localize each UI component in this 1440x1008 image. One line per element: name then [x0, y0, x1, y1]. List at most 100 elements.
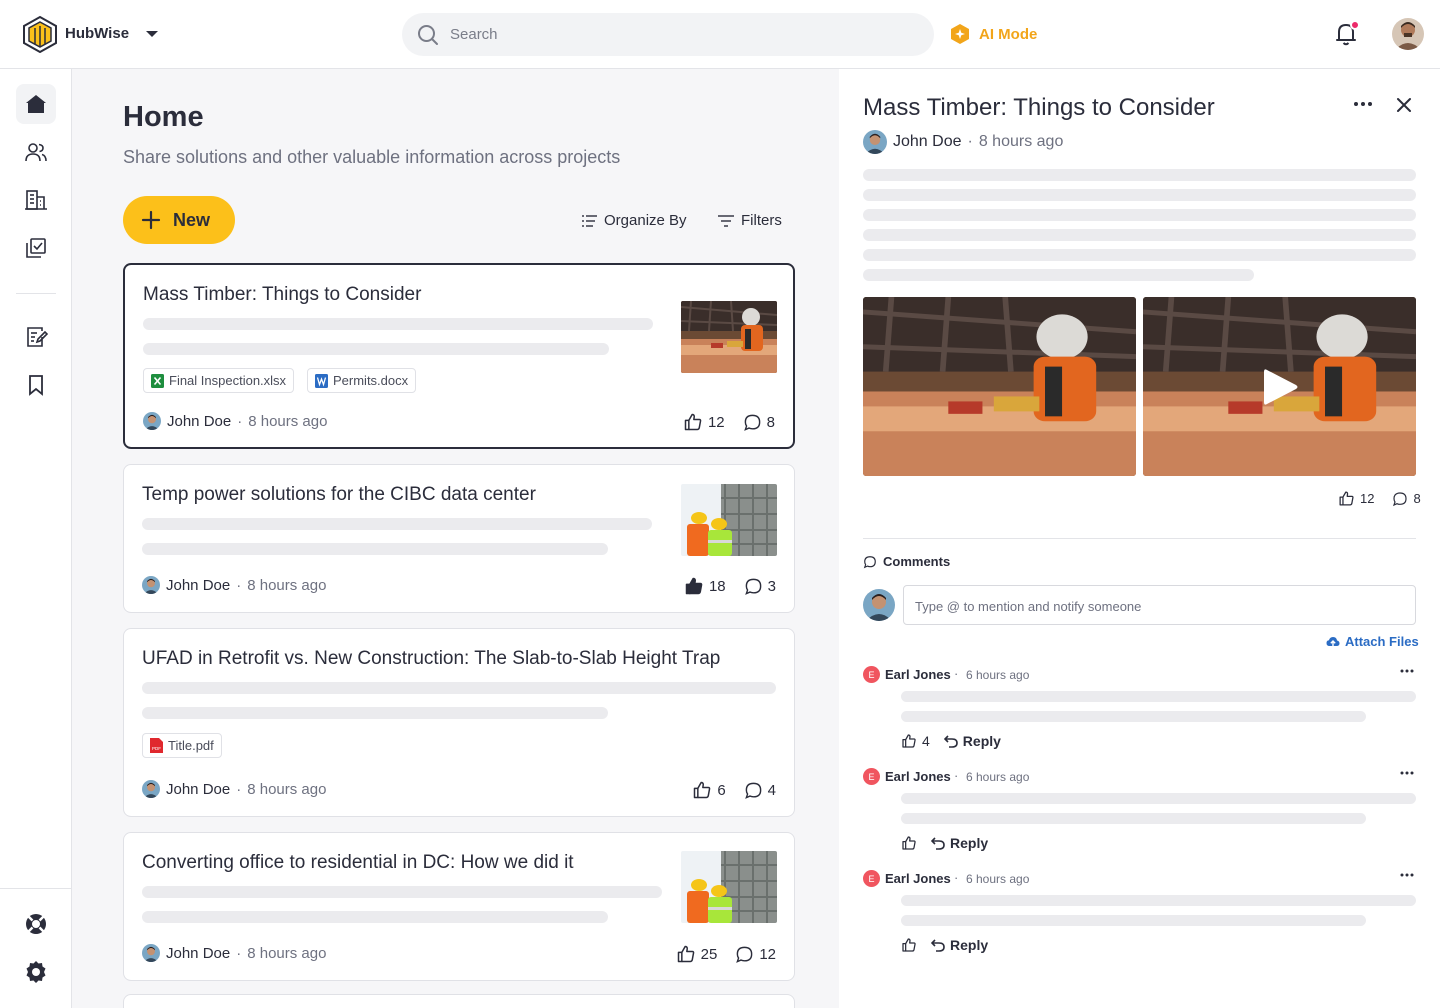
- commenter-name[interactable]: Earl Jones: [885, 769, 951, 784]
- sidebar-item-home[interactable]: [16, 84, 56, 124]
- new-button-label: New: [173, 209, 211, 230]
- post-thumbnail[interactable]: [681, 484, 777, 556]
- comment-button[interactable]: 8: [1392, 490, 1421, 507]
- more-options-icon[interactable]: [1353, 101, 1373, 107]
- thumbs-up-icon: [901, 733, 917, 749]
- lifebuoy-icon: [24, 912, 48, 936]
- reply-label: Reply: [950, 937, 989, 953]
- like-button[interactable]: 4: [901, 733, 930, 749]
- like-button[interactable]: 25: [676, 944, 717, 964]
- sidebar-item-tasks[interactable]: [16, 228, 56, 268]
- dot-separator: ·: [954, 666, 959, 681]
- comment-button[interactable]: 8: [743, 413, 775, 432]
- post-author[interactable]: John Doe · 8 hours ago: [143, 412, 327, 430]
- more-options-icon[interactable]: [1400, 669, 1414, 673]
- user-avatar[interactable]: [1392, 18, 1424, 50]
- filters-button[interactable]: Filters: [718, 212, 782, 229]
- attachment-chip[interactable]: PDF Title.pdf: [142, 733, 222, 758]
- ai-mode-button[interactable]: AI Mode: [949, 23, 1037, 45]
- post-title[interactable]: Converting office to residential in DC: …: [142, 852, 574, 874]
- search-placeholder: Search: [450, 26, 498, 43]
- sidebar-item-projects[interactable]: [16, 180, 56, 220]
- commenter-name[interactable]: Earl Jones: [885, 871, 951, 886]
- post-card[interactable]: Temp power solutions for the CIBC data c…: [123, 464, 795, 613]
- post-card[interactable]: [123, 994, 795, 1008]
- text-placeholder: [901, 691, 1416, 702]
- pdf-file-icon: PDF: [150, 738, 163, 753]
- post-time: 8 hours ago: [247, 576, 327, 594]
- comment-count: 12: [759, 945, 776, 963]
- post-author[interactable]: John Doe · 8 hours ago: [142, 780, 326, 798]
- sidebar-item-notes[interactable]: [16, 317, 56, 357]
- text-placeholder: [863, 189, 1416, 201]
- post-author[interactable]: John Doe · 8 hours ago: [142, 944, 326, 962]
- post-title[interactable]: Temp power solutions for the CIBC data c…: [142, 484, 536, 506]
- post-author[interactable]: John Doe · 8 hours ago: [142, 576, 326, 594]
- app-name[interactable]: HubWise: [65, 25, 129, 42]
- top-bar: HubWise Search AI Mode: [0, 0, 1440, 69]
- post-stats: 6 4: [692, 780, 776, 800]
- attach-files-button[interactable]: Attach Files: [1326, 634, 1419, 649]
- post-video[interactable]: [1143, 297, 1416, 476]
- text-placeholder: [142, 886, 662, 898]
- commenter-name[interactable]: Earl Jones: [885, 667, 951, 682]
- like-button[interactable]: [901, 937, 917, 953]
- reply-button[interactable]: Reply: [931, 937, 988, 953]
- attachment-chip[interactable]: Permits.docx: [307, 368, 417, 393]
- sidebar-item-settings[interactable]: [16, 952, 56, 992]
- text-placeholder: [901, 813, 1366, 824]
- more-options-icon[interactable]: [1400, 771, 1414, 775]
- text-placeholder: [901, 895, 1416, 906]
- like-button[interactable]: 18: [684, 576, 726, 596]
- post-card[interactable]: Converting office to residential in DC: …: [123, 832, 795, 981]
- reply-icon: [931, 938, 945, 952]
- sparkle-icon: [949, 23, 971, 45]
- post-title[interactable]: UFAD in Retrofit vs. New Construction: T…: [142, 648, 720, 670]
- edit-note-icon: [24, 325, 48, 349]
- like-button[interactable]: 6: [692, 780, 726, 800]
- sidebar-item-saved[interactable]: [16, 365, 56, 405]
- hubwise-logo[interactable]: [22, 15, 58, 53]
- sidebar: [0, 69, 72, 1008]
- post-card[interactable]: UFAD in Retrofit vs. New Construction: T…: [123, 628, 795, 817]
- post-image[interactable]: [863, 297, 1136, 476]
- divider: [863, 538, 1416, 539]
- attachment-chip[interactable]: Final Inspection.xlsx: [143, 368, 295, 393]
- like-button[interactable]: [901, 835, 917, 851]
- search-input[interactable]: Search: [402, 13, 934, 56]
- reply-button[interactable]: Reply: [931, 835, 988, 851]
- author-avatar: [143, 412, 161, 430]
- post-card[interactable]: Mass Timber: Things to Consider Final In…: [123, 263, 795, 449]
- reply-button[interactable]: Reply: [943, 733, 1001, 749]
- comment-button[interactable]: 3: [744, 577, 776, 596]
- sidebar-item-help[interactable]: [16, 904, 56, 944]
- like-button[interactable]: 12: [683, 412, 725, 432]
- like-button[interactable]: 12: [1338, 490, 1374, 507]
- thumbs-up-icon: [1338, 490, 1355, 507]
- detail-stats: 12 8: [1338, 490, 1421, 507]
- comment-actions: Reply: [901, 835, 988, 851]
- new-post-button[interactable]: New: [123, 196, 235, 244]
- chevron-down-icon[interactable]: [145, 30, 159, 38]
- comment-actions: 4 Reply: [901, 733, 1001, 749]
- comment-button[interactable]: 4: [744, 781, 776, 800]
- more-options-icon[interactable]: [1400, 873, 1414, 877]
- thumbs-up-icon: [676, 944, 696, 964]
- post-thumbnail[interactable]: [681, 301, 777, 373]
- author-name: John Doe: [167, 412, 232, 430]
- organize-by-button[interactable]: Organize By: [582, 212, 687, 229]
- comment-icon: [1392, 491, 1408, 507]
- text-placeholder: [142, 911, 608, 923]
- main-content: Home Share solutions and other valuable …: [72, 69, 839, 1008]
- post-thumbnail[interactable]: [681, 851, 777, 923]
- attachment-name: Title.pdf: [168, 738, 214, 753]
- text-placeholder: [901, 793, 1416, 804]
- text-placeholder: [142, 682, 776, 694]
- play-icon[interactable]: [1261, 367, 1299, 407]
- comment-button[interactable]: 12: [735, 945, 776, 964]
- close-icon[interactable]: [1396, 97, 1412, 113]
- comment-input[interactable]: Type @ to mention and notify someone: [903, 585, 1416, 625]
- sidebar-item-people[interactable]: [16, 132, 56, 172]
- post-title[interactable]: Mass Timber: Things to Consider: [143, 284, 421, 306]
- detail-author[interactable]: John Doe · 8 hours ago: [863, 130, 1063, 154]
